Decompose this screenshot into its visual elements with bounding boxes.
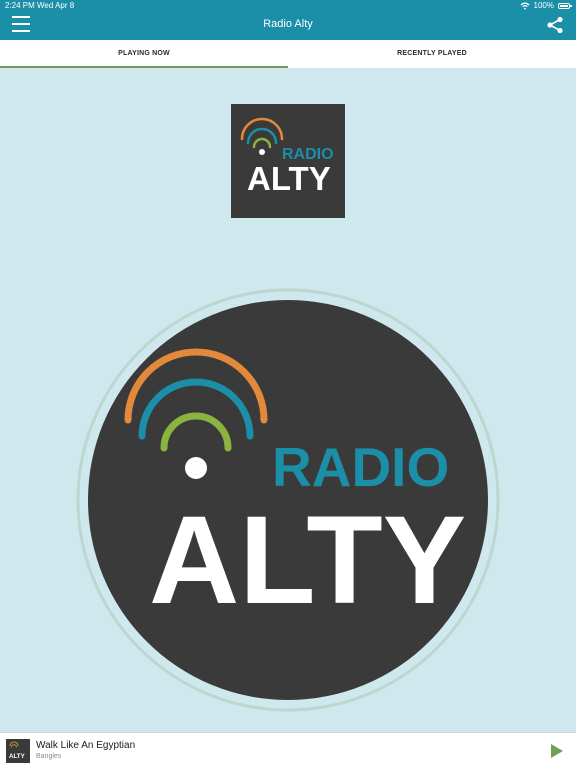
track-title: Walk Like An Egyptian bbox=[36, 740, 136, 751]
radio-alty-logo: RADIO ALTY bbox=[240, 117, 334, 197]
tab-recently-played[interactable]: RECENTLY PLAYED bbox=[288, 40, 576, 68]
battery-icon bbox=[558, 3, 572, 9]
wifi-icon bbox=[520, 2, 529, 10]
track-thumbnail: ALTY bbox=[6, 739, 30, 763]
tab-playing-now[interactable]: PLAYING NOW bbox=[0, 40, 288, 68]
radio-alty-circle-logo: RADIO ALTY bbox=[76, 288, 500, 712]
app-header: 2:24 PM Wed Apr 8 100% Radio Alty bbox=[0, 0, 576, 40]
now-playing-bar[interactable]: ALTY Walk Like An Egyptian Bangles bbox=[0, 732, 576, 768]
logo-large-alty: ALTY bbox=[149, 491, 466, 630]
station-logo-large: RADIO ALTY bbox=[76, 288, 500, 712]
track-artist: Bangles bbox=[36, 753, 62, 760]
share-icon[interactable] bbox=[546, 16, 564, 34]
active-tab-indicator bbox=[0, 66, 288, 68]
thumbnail-text: ALTY bbox=[9, 753, 26, 760]
thumbnail-logo: ALTY bbox=[9, 741, 26, 760]
logo-large-radio: RADIO bbox=[272, 436, 449, 498]
station-logo-small: RADIO ALTY bbox=[231, 104, 345, 218]
logo-small-alty: ALTY bbox=[247, 160, 331, 197]
status-date: Wed Apr 8 bbox=[37, 1, 75, 10]
battery-percentage: 100% bbox=[533, 1, 554, 10]
status-right: 100% bbox=[520, 0, 572, 12]
play-icon[interactable] bbox=[551, 744, 563, 758]
page-title: Radio Alty bbox=[263, 18, 313, 30]
tab-bar: PLAYING NOW RECENTLY PLAYED bbox=[0, 40, 576, 69]
status-time: 2:24 PM bbox=[5, 1, 35, 10]
status-bar: 2:24 PM Wed Apr 8 100% bbox=[0, 0, 576, 12]
